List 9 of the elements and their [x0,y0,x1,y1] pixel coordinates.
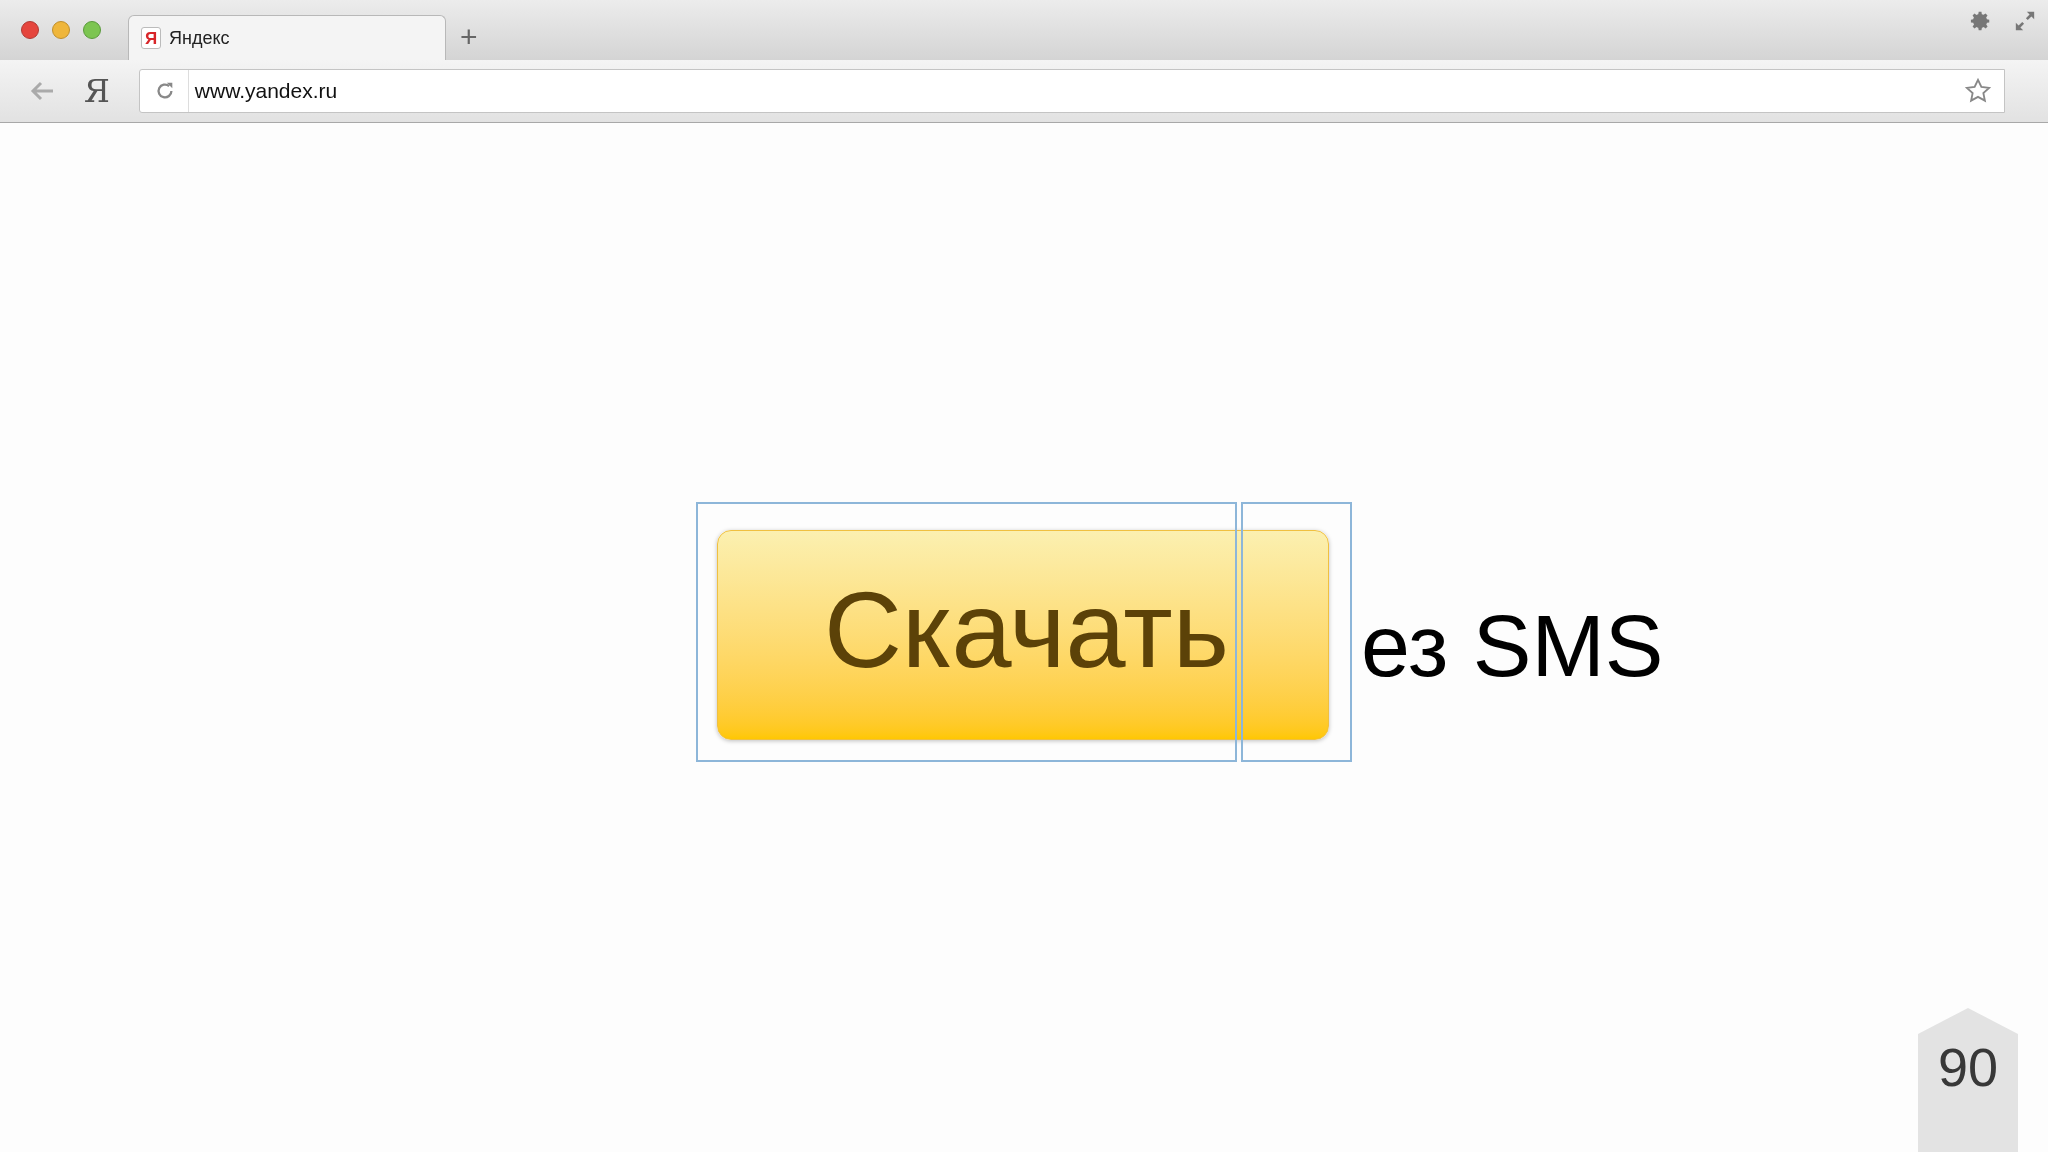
caption-text: ез SMS [1361,602,1664,690]
home-button[interactable]: Я [84,75,110,107]
browser-tab[interactable]: Я Яндекс [128,15,446,60]
url-text: www.yandex.ru [194,78,338,105]
new-tab-button[interactable]: + [460,22,478,52]
address-bar[interactable]: www.yandex.ru [138,69,2005,113]
tab-favicon: Я [141,27,161,49]
download-button[interactable]: Скачать [717,530,1329,740]
tab-title: Яндекс [169,26,230,50]
